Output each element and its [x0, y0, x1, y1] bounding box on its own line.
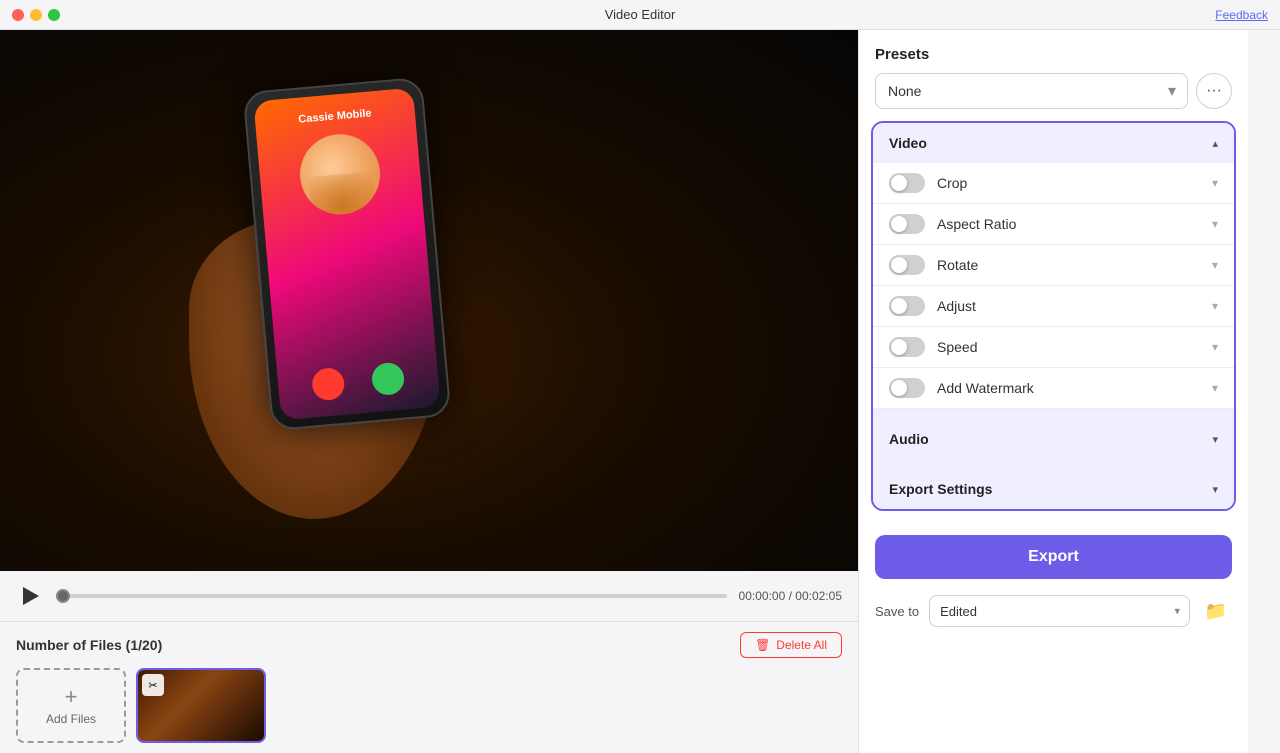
- scissors-icon: ✂: [142, 674, 164, 696]
- video-controls: 00:00:00 / 00:02:05: [0, 571, 858, 621]
- presets-row: None 720p 1080p 4K ▾ ···: [875, 73, 1232, 109]
- presets-section: Presets None 720p 1080p 4K ▾ ···: [859, 30, 1248, 121]
- current-time: 00:00:00: [739, 589, 786, 603]
- video-player[interactable]: Cassie Mobile: [0, 30, 858, 571]
- export-label: Export: [1028, 548, 1079, 566]
- files-count-title: Number of Files (1/20): [16, 637, 162, 653]
- titlebar: Video Editor Feedback: [0, 0, 1280, 30]
- adjust-row: Adjust ▾: [873, 286, 1234, 327]
- add-plus-icon: +: [65, 686, 78, 708]
- phone-screen: Cassie Mobile: [254, 88, 441, 421]
- audio-section-chevron-icon: ▾: [1212, 433, 1218, 446]
- files-list: + Add Files ✂: [16, 668, 842, 743]
- aspect-ratio-toggle[interactable]: [889, 214, 925, 234]
- speed-toggle[interactable]: [889, 337, 925, 357]
- file-thumbnail-1[interactable]: ✂: [136, 668, 266, 743]
- time-display: 00:00:00 / 00:02:05: [739, 589, 842, 603]
- export-settings-chevron-icon: ▾: [1212, 483, 1218, 496]
- time-separator: /: [789, 589, 792, 603]
- add-files-button[interactable]: + Add Files: [16, 668, 126, 743]
- delete-all-label: Delete All: [776, 638, 827, 652]
- feedback-link[interactable]: Feedback: [1215, 8, 1268, 22]
- watermark-label: Add Watermark: [937, 380, 1200, 396]
- play-button[interactable]: [16, 582, 44, 610]
- minimize-button[interactable]: [30, 9, 42, 21]
- presets-select[interactable]: None 720p 1080p 4K: [875, 73, 1188, 109]
- rotate-label: Rotate: [937, 257, 1200, 273]
- app-title: Video Editor: [605, 7, 676, 22]
- delete-all-button[interactable]: 🗑 Delete All: [740, 632, 842, 658]
- close-button[interactable]: [12, 9, 24, 21]
- phone-decline-btn: [311, 367, 346, 402]
- video-section-title: Video: [889, 135, 927, 151]
- play-icon: [23, 587, 39, 605]
- audio-section-title: Audio: [889, 431, 929, 447]
- save-to-select-wrapper: Edited Downloads Desktop Documents ▾: [929, 595, 1190, 627]
- total-time: 00:02:05: [795, 589, 842, 603]
- export-settings-header[interactable]: Export Settings ▾: [873, 469, 1234, 509]
- right-panel: Presets None 720p 1080p 4K ▾ ···: [858, 30, 1248, 753]
- video-section-chevron-icon: ▴: [1212, 137, 1218, 150]
- watermark-toggle[interactable]: [889, 378, 925, 398]
- export-settings-title: Export Settings: [889, 481, 992, 497]
- video-background: Cassie Mobile: [0, 30, 858, 571]
- progress-thumb[interactable]: [56, 589, 70, 603]
- more-icon: ···: [1206, 82, 1222, 100]
- adjust-chevron-icon: ▾: [1212, 299, 1218, 313]
- delete-icon: 🗑: [755, 638, 770, 652]
- left-panel: Cassie Mobile: [0, 30, 858, 753]
- main-content: Cassie Mobile: [0, 30, 1280, 753]
- phone-face: [297, 131, 384, 218]
- phone-caller-name: Cassie Mobile: [298, 107, 372, 125]
- presets-title: Presets: [875, 46, 1232, 63]
- phone-visual: Cassie Mobile: [243, 77, 452, 431]
- watermark-row: Add Watermark ▾: [873, 368, 1234, 409]
- folder-button[interactable]: 📁: [1200, 595, 1232, 627]
- files-header: Number of Files (1/20) 🗑 Delete All: [16, 632, 842, 658]
- settings-panel: Video ▴ Crop ▾ Aspect Ratio ▾ Rotate ▾: [871, 121, 1236, 511]
- crop-row: Crop ▾: [873, 163, 1234, 204]
- watermark-chevron-icon: ▾: [1212, 381, 1218, 395]
- folder-icon: 📁: [1205, 601, 1227, 622]
- crop-chevron-icon: ▾: [1212, 176, 1218, 190]
- rotate-toggle[interactable]: [889, 255, 925, 275]
- maximize-button[interactable]: [48, 9, 60, 21]
- adjust-label: Adjust: [937, 298, 1200, 314]
- video-scene: Cassie Mobile: [0, 30, 858, 571]
- save-to-label: Save to: [875, 604, 919, 619]
- adjust-toggle[interactable]: [889, 296, 925, 316]
- add-files-label: Add Files: [46, 712, 96, 726]
- phone-accept-btn: [371, 362, 406, 397]
- audio-section-header[interactable]: Audio ▾: [873, 409, 1234, 469]
- bottom-panel: Number of Files (1/20) 🗑 Delete All + Ad…: [0, 621, 858, 753]
- crop-toggle[interactable]: [889, 173, 925, 193]
- aspect-ratio-label: Aspect Ratio: [937, 216, 1200, 232]
- phone-buttons: [277, 359, 439, 405]
- crop-label: Crop: [937, 175, 1200, 191]
- speed-label: Speed: [937, 339, 1200, 355]
- window-controls: [12, 9, 60, 21]
- rotate-row: Rotate ▾: [873, 245, 1234, 286]
- video-section-header[interactable]: Video ▴: [873, 123, 1234, 163]
- speed-chevron-icon: ▾: [1212, 340, 1218, 354]
- presets-select-wrapper: None 720p 1080p 4K ▾: [875, 73, 1188, 109]
- speed-row: Speed ▾: [873, 327, 1234, 368]
- rotate-chevron-icon: ▾: [1212, 258, 1218, 272]
- progress-bar[interactable]: [56, 594, 727, 598]
- aspect-ratio-chevron-icon: ▾: [1212, 217, 1218, 231]
- aspect-ratio-row: Aspect Ratio ▾: [873, 204, 1234, 245]
- export-button[interactable]: Export: [875, 535, 1232, 579]
- save-to-row: Save to Edited Downloads Desktop Documen…: [859, 587, 1248, 639]
- more-options-button[interactable]: ···: [1196, 73, 1232, 109]
- save-to-select[interactable]: Edited Downloads Desktop Documents: [929, 595, 1190, 627]
